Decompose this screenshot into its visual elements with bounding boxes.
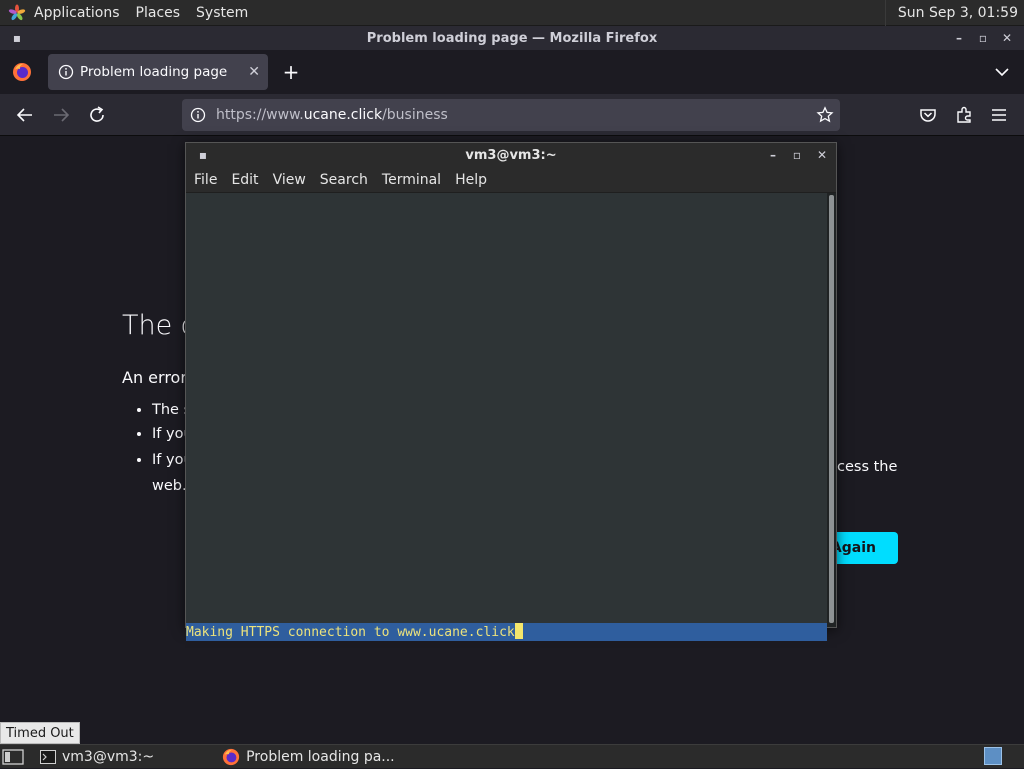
tab-problem-loading[interactable]: Problem loading page ✕ (48, 54, 268, 90)
url-path: /business (382, 107, 448, 123)
firefox-icon (223, 748, 240, 765)
error-subtitle: An error (122, 368, 187, 387)
window-menu-icon[interactable]: ▪ (194, 143, 212, 167)
tab-close-icon[interactable]: ✕ (248, 64, 260, 80)
terminal-cursor (514, 623, 523, 639)
terminal-icon (40, 749, 56, 764)
try-again-label: Again (830, 540, 876, 556)
forward-arrow-icon[interactable] (50, 104, 72, 126)
firefox-logo-icon (13, 63, 31, 81)
top-panel: Applications Places System Sun Sep 3, 01… (0, 0, 1024, 26)
chevron-down-icon[interactable] (992, 62, 1012, 82)
menu-file[interactable]: File (186, 172, 224, 188)
new-tab-icon[interactable]: + (280, 60, 302, 84)
extensions-icon[interactable] (953, 104, 975, 126)
bookmark-star-icon[interactable] (816, 106, 834, 124)
tab-label: Problem loading page (80, 64, 228, 80)
terminal-window[interactable]: ▪ vm3@vm3:~ – ▫ ✕ File Edit View Search … (185, 142, 837, 641)
nav-bar: https://www. ucane.click/business (0, 94, 1024, 136)
taskbar: vm3@vm3:~ Problem loading pa... (0, 744, 1024, 768)
workspace-switcher[interactable] (984, 747, 1002, 765)
pocket-icon[interactable] (917, 104, 939, 126)
show-desktop-icon[interactable] (2, 748, 24, 766)
url-scheme: https://www. (216, 107, 304, 123)
close-icon[interactable]: ✕ (813, 143, 831, 167)
taskbar-item-terminal[interactable]: vm3@vm3:~ (34, 745, 160, 769)
back-arrow-icon[interactable] (14, 104, 36, 126)
minimize-icon[interactable]: – (950, 26, 968, 50)
site-info-icon[interactable] (190, 107, 206, 123)
applications-menu[interactable]: Applications (26, 0, 128, 26)
info-icon (58, 64, 74, 80)
clock[interactable]: Sun Sep 3, 01:59 (884, 0, 1024, 26)
terminal-output-line: Making HTTPS connection to www.ucane.cli… (186, 623, 827, 641)
menu-terminal[interactable]: Terminal (375, 172, 448, 188)
taskbar-item-label: Problem loading pa... (246, 748, 395, 765)
scrollbar-thumb[interactable] (829, 195, 834, 623)
error-text-fragment: web. (152, 478, 187, 494)
terminal-title: vm3@vm3:~ (465, 147, 557, 163)
close-icon[interactable]: ✕ (998, 26, 1016, 50)
maximize-icon[interactable]: ▫ (974, 26, 992, 50)
terminal-titlebar[interactable]: ▪ vm3@vm3:~ – ▫ ✕ (186, 143, 836, 167)
menu-edit[interactable]: Edit (224, 172, 265, 188)
menu-search[interactable]: Search (313, 172, 375, 188)
url-bar[interactable]: https://www. ucane.click/business (182, 99, 840, 131)
status-tooltip: Timed Out (0, 722, 80, 744)
distro-logo-icon[interactable] (8, 3, 26, 22)
terminal-scrollbar[interactable] (827, 193, 836, 627)
menu-help[interactable]: Help (448, 172, 494, 188)
error-text-fragment: cess the (837, 459, 898, 475)
terminal-body[interactable]: Making HTTPS connection to www.ucane.cli… (186, 193, 827, 641)
menu-view[interactable]: View (266, 172, 313, 188)
minimize-icon[interactable]: – (764, 143, 782, 167)
hamburger-menu-icon[interactable] (988, 104, 1010, 126)
url-host: ucane.click (303, 107, 383, 123)
terminal-menubar: File Edit View Search Terminal Help (186, 167, 836, 193)
firefox-window-title: Problem loading page — Mozilla Firefox (366, 30, 658, 46)
reload-icon[interactable] (86, 104, 108, 126)
firefox-titlebar[interactable]: ▪ Problem loading page — Mozilla Firefox… (0, 26, 1024, 50)
window-menu-icon[interactable]: ▪ (8, 26, 26, 50)
system-menu[interactable]: System (188, 0, 256, 26)
taskbar-item-firefox[interactable]: Problem loading pa... (216, 745, 401, 769)
tab-strip: Problem loading page ✕ + (0, 50, 1024, 94)
taskbar-item-label: vm3@vm3:~ (62, 748, 155, 765)
terminal-output-text: Making HTTPS connection to www.ucane.cli… (186, 625, 515, 640)
places-menu[interactable]: Places (128, 0, 189, 26)
maximize-icon[interactable]: ▫ (788, 143, 806, 167)
